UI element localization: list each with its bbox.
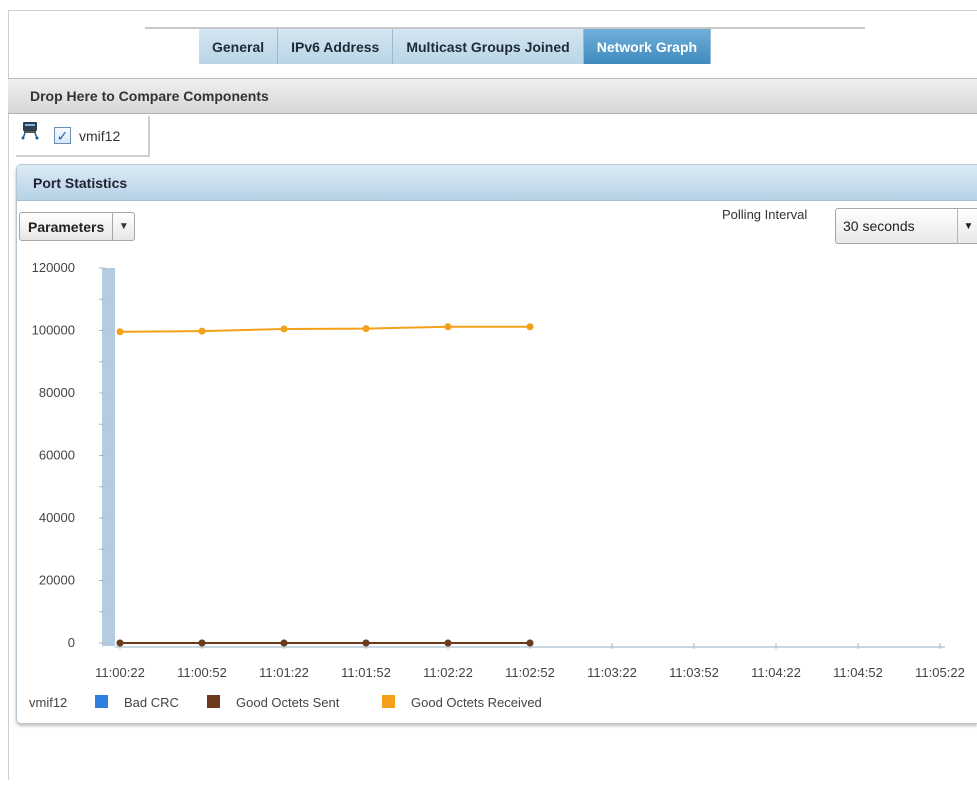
data-point[interactable] bbox=[198, 639, 206, 647]
data-point[interactable] bbox=[116, 328, 124, 336]
tab-multicast-groups-joined[interactable]: Multicast Groups Joined bbox=[393, 29, 584, 64]
tab-network-graph[interactable]: Network Graph bbox=[583, 29, 712, 64]
compare-drop-zone[interactable]: Drop Here to Compare Components bbox=[8, 78, 977, 114]
x-tick-label: 11:00:52 bbox=[177, 665, 227, 680]
legend-label: Bad CRC bbox=[124, 695, 179, 710]
x-tick-label: 11:04:22 bbox=[751, 665, 801, 680]
component-chip[interactable]: ✓ vmif12 bbox=[16, 116, 150, 157]
y-tick-label: 60000 bbox=[39, 448, 75, 463]
data-point[interactable] bbox=[280, 325, 288, 333]
y-axis-band bbox=[102, 268, 115, 646]
data-point[interactable] bbox=[526, 323, 534, 331]
data-point[interactable] bbox=[444, 323, 452, 331]
x-tick-label: 11:02:22 bbox=[423, 665, 473, 680]
tab-ipv6-address[interactable]: IPv6 Address bbox=[278, 29, 394, 64]
x-tick-label: 11:02:52 bbox=[505, 665, 555, 680]
tab-bar: General IPv6 Address Multicast Groups Jo… bbox=[199, 29, 712, 64]
legend-swatch bbox=[95, 695, 108, 708]
data-point[interactable] bbox=[444, 639, 452, 647]
y-tick-label: 40000 bbox=[39, 510, 75, 525]
port-statistics-chart: 0 20000 40000 60000 80000 100000 120000 11:00:2… bbox=[29, 260, 965, 710]
legend-label: Good Octets Received bbox=[411, 695, 542, 710]
checkmark-icon: ✓ bbox=[56, 127, 69, 144]
x-tick-label: 11:01:52 bbox=[341, 665, 391, 680]
legend-swatch bbox=[382, 695, 395, 708]
data-point[interactable] bbox=[362, 325, 370, 333]
component-checkbox[interactable]: ✓ bbox=[54, 127, 71, 144]
y-tick-label: 100000 bbox=[32, 323, 75, 338]
data-point[interactable] bbox=[116, 639, 124, 647]
y-tick-label: 120000 bbox=[32, 260, 75, 275]
component-label: vmif12 bbox=[79, 127, 121, 144]
y-tick-label: 20000 bbox=[39, 573, 75, 588]
network-device-icon bbox=[21, 121, 39, 139]
drop-zone-label: Drop Here to Compare Components bbox=[30, 88, 269, 104]
x-tick-label: 11:01:22 bbox=[259, 665, 309, 680]
port-statistics-panel: Port Statistics Parameters ▼ Polling Int… bbox=[16, 164, 977, 724]
y-tick-label: 0 bbox=[68, 635, 75, 650]
x-tick-label: 11:03:22 bbox=[587, 665, 637, 680]
x-tick-label: 11:03:52 bbox=[669, 665, 719, 680]
x-tick-label: 11:05:22 bbox=[915, 665, 965, 680]
data-point[interactable] bbox=[280, 639, 288, 647]
x-tick-label: 11:04:52 bbox=[833, 665, 883, 680]
legend-title: vmif12 bbox=[29, 695, 67, 710]
legend-label: Good Octets Sent bbox=[236, 695, 340, 710]
data-point[interactable] bbox=[362, 639, 370, 647]
data-point[interactable] bbox=[198, 327, 206, 335]
tab-general[interactable]: General bbox=[199, 29, 279, 64]
legend-swatch bbox=[207, 695, 220, 708]
y-tick-label: 80000 bbox=[39, 385, 75, 400]
series-line-2 bbox=[119, 325, 530, 333]
data-point[interactable] bbox=[526, 639, 534, 647]
x-tick-label: 11:00:22 bbox=[95, 665, 145, 680]
